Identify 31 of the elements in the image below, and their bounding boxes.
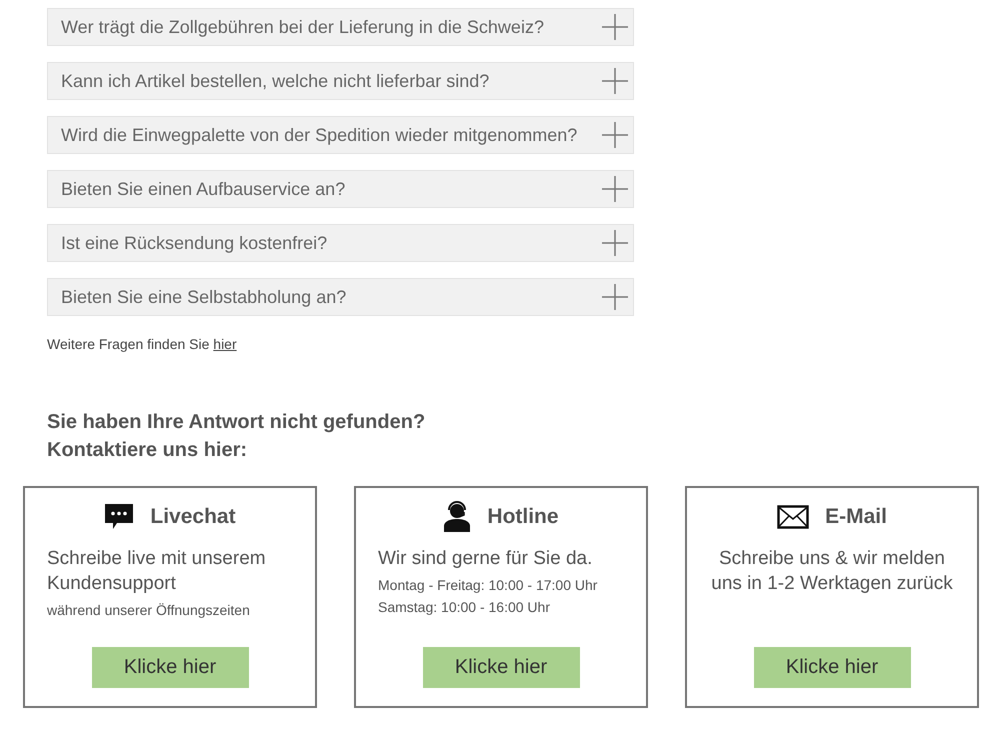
card-note: Samstag: 10:00 - 16:00 Uhr xyxy=(378,599,551,615)
card-title: E-Mail xyxy=(825,505,887,529)
click-here-button[interactable]: Klicke hier xyxy=(754,647,910,688)
faq-question[interactable]: Kann ich Artikel bestellen, welche nicht lieferbar sind? xyxy=(47,62,634,100)
card-note: Montag - Freitag: 10:00 - 17:00 Uhr xyxy=(378,577,598,593)
plus-icon[interactable] xyxy=(601,67,629,95)
card-description: Schreibe uns & wir melden uns in 1-2 Werktagen zurück xyxy=(710,547,954,596)
faq-question[interactable]: Wird die Einwegpalette von der Spedition wieder mitgenommen? xyxy=(47,116,634,154)
faq-question[interactable]: Ist eine Rücksendung kostenfrei? xyxy=(47,224,634,262)
plus-icon[interactable] xyxy=(601,175,629,203)
click-here-button[interactable]: Klicke hier xyxy=(92,647,248,688)
plus-icon[interactable] xyxy=(601,229,629,257)
card-title: Livechat xyxy=(150,505,236,529)
card-title: Hotline xyxy=(487,505,559,529)
card-description: Schreibe live mit unserem Kundensupport xyxy=(47,547,267,596)
contact-heading: Sie haben Ihre Antwort nicht gefunden? xyxy=(47,410,426,435)
faq-question[interactable]: Bieten Sie einen Aufbauservice an? xyxy=(47,170,634,208)
faq-question[interactable]: Bieten Sie eine Selbstabholung an? xyxy=(47,278,634,316)
more-questions-text: Weitere Fragen finden Sie hier xyxy=(47,336,238,352)
chat-bubble-icon xyxy=(104,503,134,531)
contact-heading: Kontaktiere uns hier: xyxy=(47,438,248,463)
plus-icon[interactable] xyxy=(601,283,629,311)
envelope-icon xyxy=(777,505,810,529)
card-description: Wir sind gerne für Sie da. xyxy=(378,547,594,571)
faq-question[interactable]: Wer trägt die Zollgebühren bei der Lieferung in die Schweiz? xyxy=(47,8,634,46)
here-link[interactable]: hier xyxy=(213,336,237,352)
headset-person-icon xyxy=(443,501,472,533)
click-here-button[interactable]: Klicke hier xyxy=(422,647,580,688)
card-note: während unserer Öffnungszeiten xyxy=(47,602,251,618)
plus-icon[interactable] xyxy=(601,121,629,149)
plus-icon[interactable] xyxy=(601,13,629,41)
